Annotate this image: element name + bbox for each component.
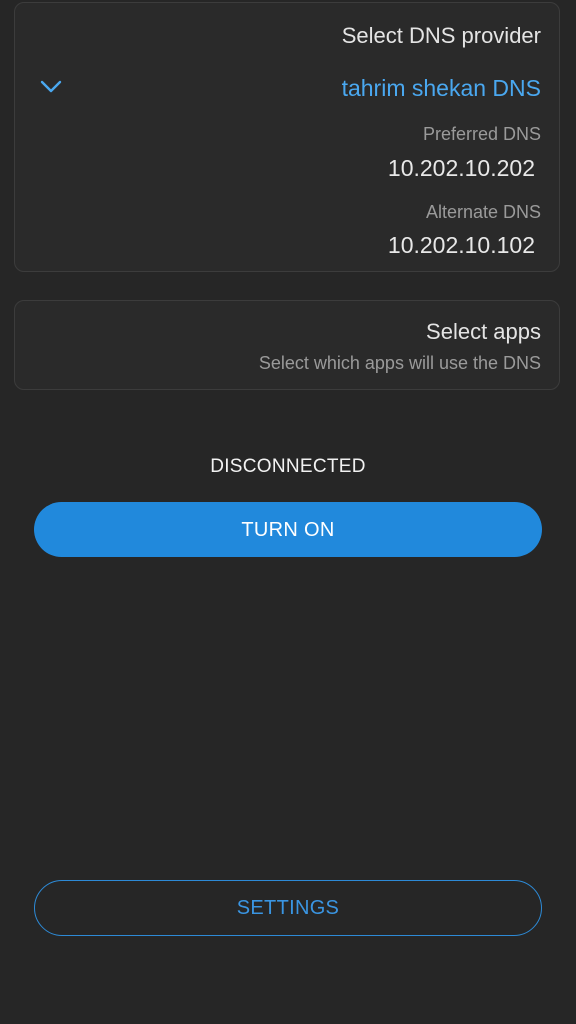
select-apps-title: Select apps — [426, 319, 541, 344]
alternate-dns-label: Alternate DNS — [425, 202, 541, 222]
settings-button[interactable]: SETTINGS — [34, 880, 542, 936]
chevron-down-icon[interactable] — [39, 77, 63, 97]
preferred-dns-value: 10.202.10.202 — [387, 155, 535, 181]
dns-provider-card[interactable]: Select DNS provider tahrim shekan DNS Pr… — [14, 2, 560, 272]
preferred-dns-label: Preferred DNS — [422, 124, 541, 144]
turn-on-button[interactable]: TURN ON — [34, 502, 542, 557]
alternate-dns-value: 10.202.10.102 — [387, 232, 535, 258]
select-apps-card[interactable]: Select apps Select which apps will use t… — [14, 300, 560, 390]
select-apps-subtitle: Select which apps will use the DNS — [258, 353, 541, 373]
dns-provider-selector[interactable]: tahrim shekan DNS — [342, 75, 541, 102]
connection-status: DISCONNECTED — [210, 456, 366, 477]
dns-provider-title: Select DNS provider — [341, 23, 541, 48]
app-screen: Select DNS provider tahrim shekan DNS Pr… — [0, 0, 576, 1024]
